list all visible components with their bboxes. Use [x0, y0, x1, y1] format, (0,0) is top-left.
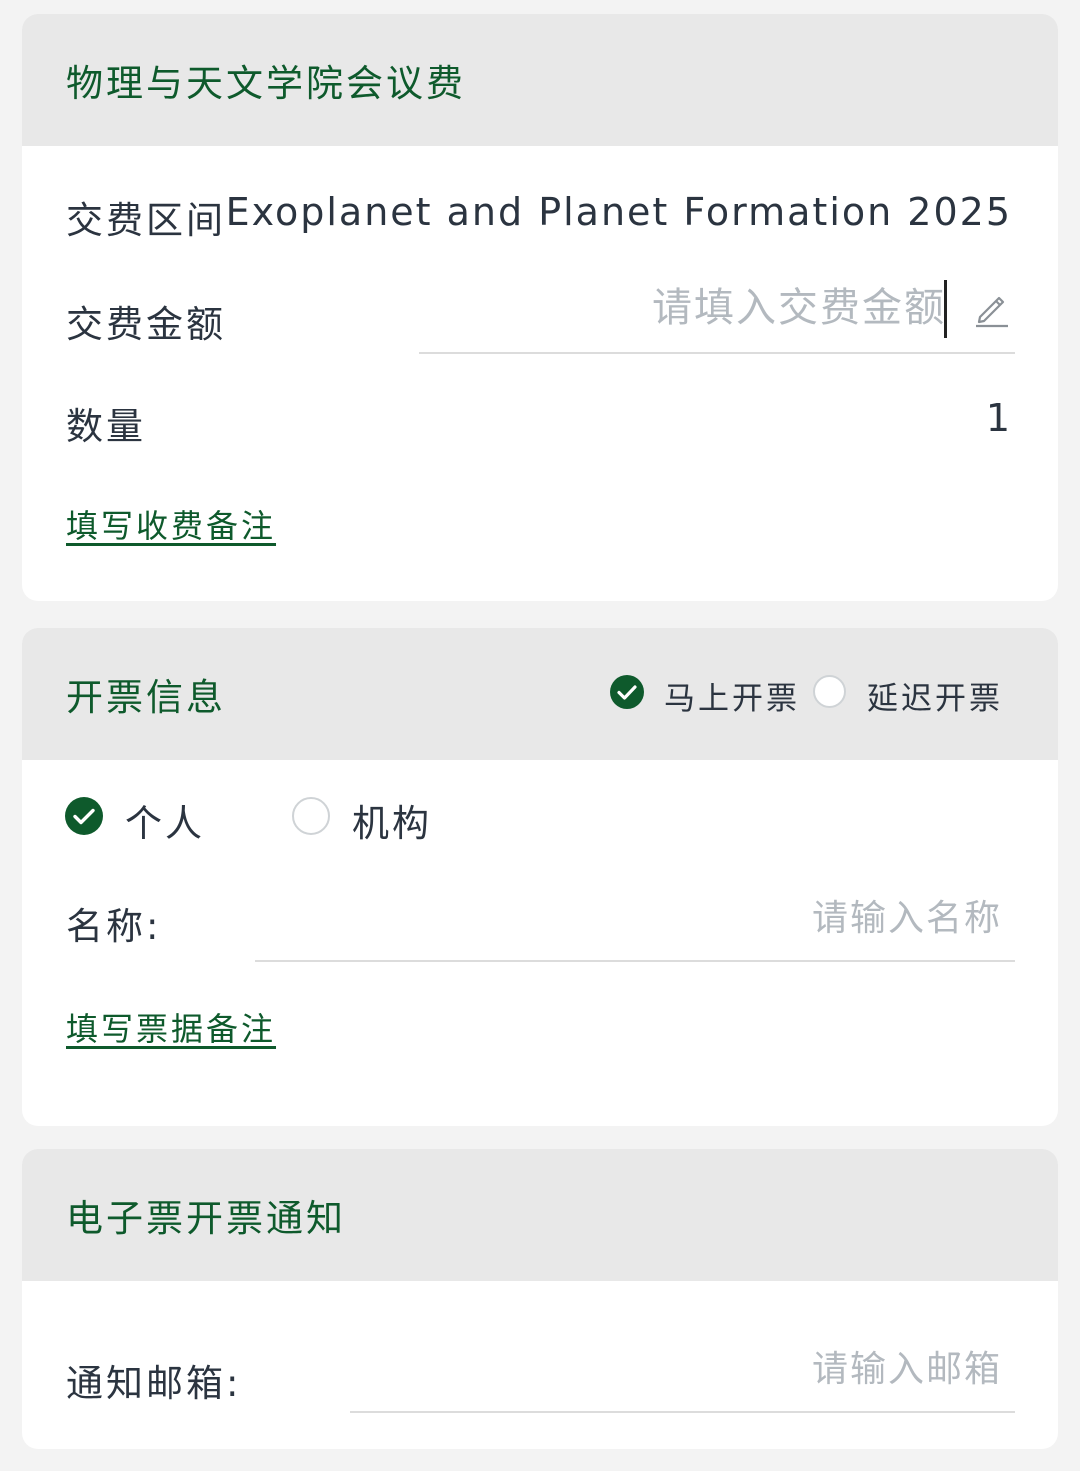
- email-underline: [350, 1411, 1015, 1413]
- invoice-card-title: 开票信息: [66, 676, 226, 719]
- check-circle-icon[interactable]: [610, 675, 644, 709]
- timing-option-immediate[interactable]: 马上开票: [664, 673, 800, 718]
- quantity-value: 1: [985, 396, 1012, 440]
- text-cursor: [944, 280, 947, 338]
- type-option-personal[interactable]: 个人: [125, 793, 205, 847]
- notify-card-header: 电子票开票通知: [22, 1149, 1058, 1281]
- period-value: Exoplanet and Planet Formation 2025: [225, 190, 1012, 234]
- quantity-label: 数量: [66, 405, 146, 448]
- amount-label: 交费金额: [66, 303, 226, 346]
- name-underline: [255, 960, 1015, 962]
- timing-option-delayed[interactable]: 延迟开票: [867, 673, 1003, 718]
- fee-card: 物理与天文学院会议费 交费区间 Exoplanet and Planet For…: [22, 14, 1058, 601]
- check-circle-icon[interactable]: [65, 797, 103, 835]
- fee-card-header: 物理与天文学院会议费: [22, 14, 1058, 146]
- notify-card-title: 电子票开票通知: [66, 1197, 346, 1240]
- notify-card: 电子票开票通知 通知邮箱:: [22, 1149, 1058, 1449]
- invoice-remark-link[interactable]: 填写票据备注: [66, 1004, 276, 1050]
- email-label: 通知邮箱:: [66, 1362, 242, 1405]
- period-label: 交费区间: [66, 199, 226, 242]
- type-option-organization[interactable]: 机构: [352, 793, 432, 847]
- fee-remark-link[interactable]: 填写收费备注: [66, 501, 276, 547]
- name-input[interactable]: [442, 892, 1002, 944]
- empty-circle-icon[interactable]: [813, 675, 846, 708]
- pencil-icon[interactable]: [972, 288, 1012, 328]
- amount-underline: [419, 352, 1015, 354]
- name-label: 名称:: [66, 905, 162, 948]
- invoice-card-header: 开票信息 马上开票 延迟开票: [22, 628, 1058, 760]
- fee-card-title: 物理与天文学院会议费: [66, 62, 466, 105]
- empty-circle-icon[interactable]: [292, 797, 330, 835]
- invoice-card: 开票信息 马上开票 延迟开票 个人 机构 名称: 填写票据备注: [22, 628, 1058, 1126]
- email-input[interactable]: [442, 1343, 1002, 1395]
- amount-input[interactable]: [486, 280, 946, 336]
